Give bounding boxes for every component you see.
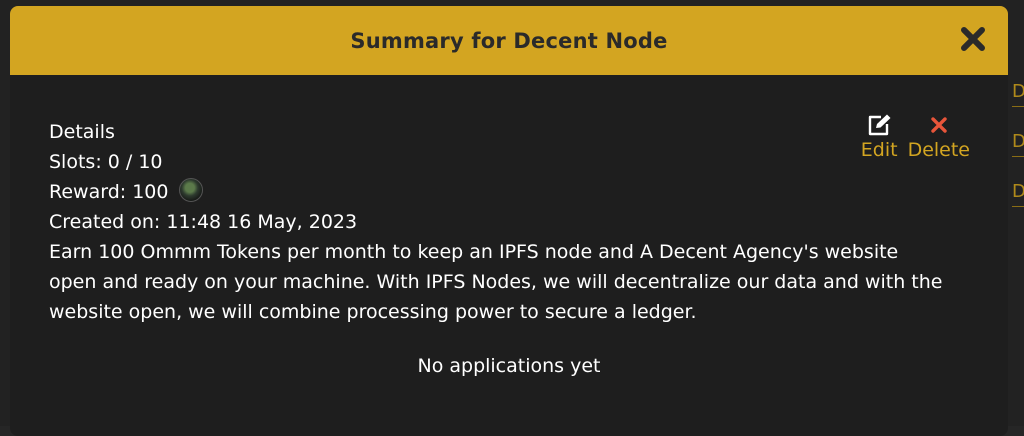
delete-button[interactable]: Delete: [908, 111, 970, 161]
delete-icon: [930, 111, 948, 139]
empty-applications-message: No applications yet: [417, 355, 601, 377]
reward-row: Reward: 100: [49, 177, 949, 207]
background-list-link[interactable]: D: [1012, 130, 1024, 157]
delete-label: Delete: [907, 139, 970, 161]
token-icon: [178, 178, 203, 202]
node-details: Details Slots: 0 / 10 Reward: 100 Create…: [49, 117, 949, 327]
created-row: Created on: 11:48 16 May, 2023: [49, 207, 949, 237]
edit-icon: [866, 111, 892, 139]
node-actions: Edit Delete: [861, 111, 970, 161]
edit-button[interactable]: Edit: [861, 111, 898, 161]
details-heading: Details: [49, 121, 115, 143]
close-button[interactable]: [960, 26, 986, 52]
summary-modal: Summary for Decent Node Details Slots: 0…: [10, 6, 1008, 436]
background-list-link[interactable]: D: [1012, 180, 1024, 207]
background-list-link[interactable]: D: [1012, 80, 1024, 107]
close-icon: [961, 27, 985, 51]
slots-row: Slots: 0 / 10: [49, 147, 949, 177]
reward-label: Reward:: [49, 181, 127, 203]
edit-label: Edit: [860, 139, 898, 161]
created-value: 11:48 16 May, 2023: [166, 211, 358, 233]
slots-label: Slots:: [49, 151, 102, 173]
slots-value: 0 / 10: [107, 151, 163, 173]
modal-header: Summary for Decent Node: [10, 6, 1008, 75]
reward-value: 100: [132, 181, 169, 203]
created-label: Created on:: [49, 211, 161, 233]
modal-title: Summary for Decent Node: [350, 28, 668, 53]
node-description: Earn 100 Ommm Tokens per month to keep a…: [49, 241, 943, 323]
